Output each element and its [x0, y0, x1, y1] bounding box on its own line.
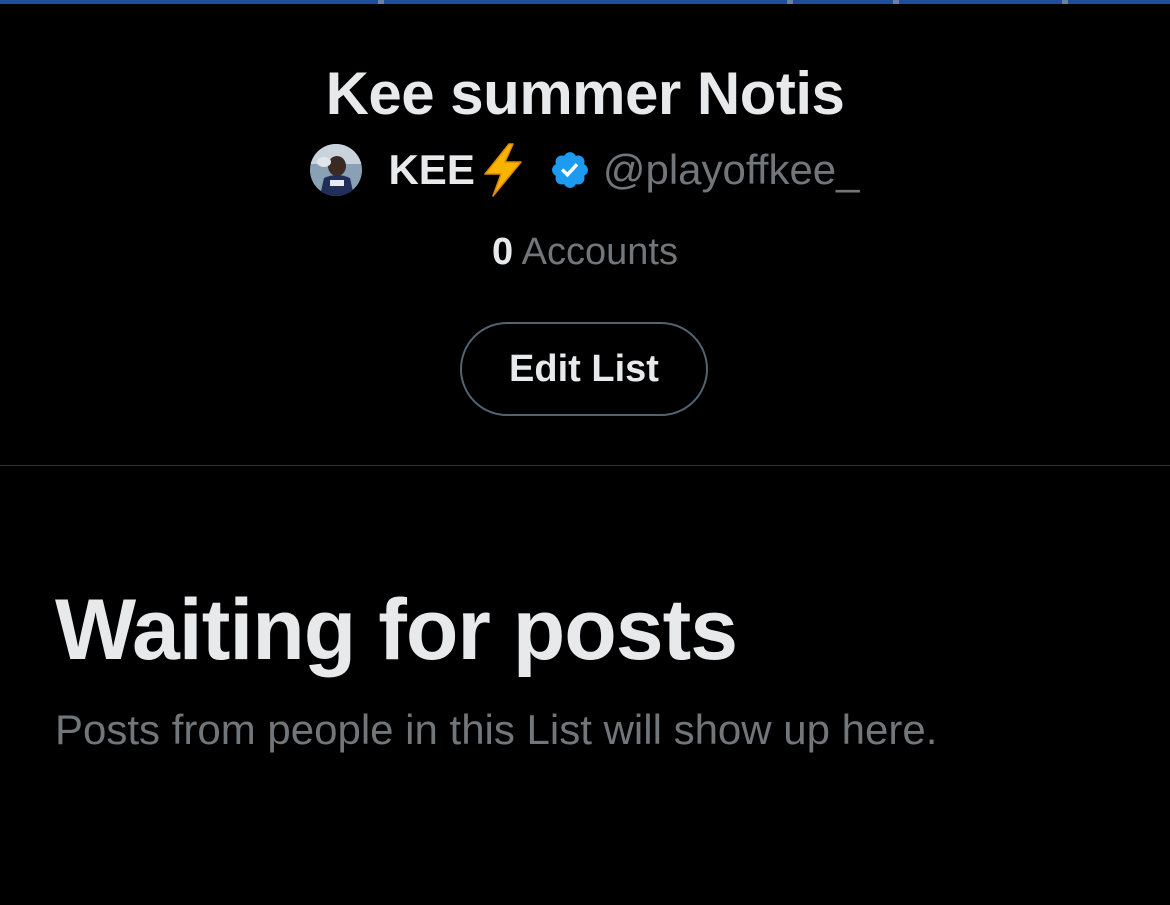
accounts-count-link[interactable]: 0 Accounts [0, 228, 1170, 276]
list-title: Kee summer Notis [325, 60, 845, 127]
owner-name-text: KEE [388, 146, 475, 193]
owner-handle[interactable]: @playoffkee_ [603, 146, 860, 194]
accounts-label: Accounts [521, 231, 678, 273]
avatar-image [310, 144, 363, 196]
list-owner[interactable]: KEE @playoffkee_ [0, 140, 1170, 200]
accounts-count: 0 [492, 231, 514, 273]
list-header: Kee summer Notis KEE @playoffkee_ 0 Acco… [0, 0, 1170, 466]
empty-state-subtitle: Posts from people in this List will show… [55, 706, 938, 753]
divider [0, 465, 1170, 466]
edit-list-button[interactable]: Edit List [460, 322, 708, 416]
verified-badge-icon [551, 152, 588, 188]
lightning-bolt-icon [479, 142, 527, 198]
avatar[interactable] [310, 144, 363, 196]
owner-name[interactable]: KEE [388, 142, 526, 198]
empty-state-title: Waiting for posts [55, 582, 738, 678]
